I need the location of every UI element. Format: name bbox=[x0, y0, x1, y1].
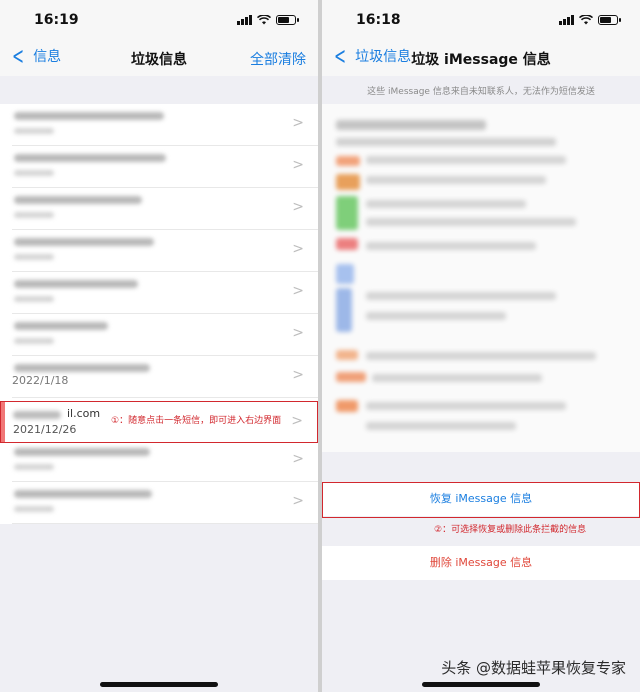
status-bar: 16:19 bbox=[0, 0, 318, 40]
list-item[interactable]: > bbox=[12, 188, 318, 230]
status-time: 16:19 bbox=[34, 12, 79, 28]
unknown-sender-notice: 这些 iMessage 信息来自未知联系人，无法作为短信发送 bbox=[367, 87, 595, 97]
message-date: 2022/1/18 bbox=[12, 374, 69, 387]
wifi-icon bbox=[579, 15, 593, 25]
list-item[interactable]: 2022/1/18 > bbox=[12, 356, 318, 398]
list-item[interactable]: > bbox=[12, 314, 318, 356]
left-phone-screen: 16:19 < 信息 垃圾信息 全部清除 > > > > > > 2022/1/… bbox=[0, 0, 318, 692]
chevron-right-icon: > bbox=[292, 241, 304, 257]
junk-message-list: > > > > > > 2022/1/18 > > > bbox=[0, 104, 318, 524]
chevron-right-icon: > bbox=[292, 157, 304, 173]
page-title: 垃圾 iMessage 信息 bbox=[411, 52, 551, 68]
annotation-step-2: ②：可选择恢复或删除此条拦截的信息 bbox=[434, 525, 587, 535]
watermark-text: 头条 @数据蛙苹果恢复专家 bbox=[441, 659, 626, 677]
chevron-right-icon: > bbox=[292, 367, 304, 383]
highlight-marker bbox=[1, 402, 5, 442]
highlight-box bbox=[322, 482, 640, 518]
home-indicator bbox=[422, 682, 540, 687]
list-item[interactable]: > bbox=[12, 440, 318, 482]
list-item[interactable]: > bbox=[12, 272, 318, 314]
list-item[interactable]: > bbox=[12, 104, 318, 146]
status-time: 16:18 bbox=[356, 12, 401, 28]
chevron-right-icon: > bbox=[292, 493, 304, 509]
cellular-signal-icon bbox=[559, 15, 574, 25]
status-icons bbox=[237, 15, 299, 25]
chevron-right-icon: > bbox=[292, 325, 304, 341]
right-phone-screen: 16:18 < 垃圾信息 垃圾 iMessage 信息 这些 iMessage … bbox=[322, 0, 640, 692]
chevron-right-icon: > bbox=[292, 451, 304, 467]
clear-all-button[interactable]: 全部清除 bbox=[250, 49, 306, 69]
blurred-message-content bbox=[322, 104, 640, 452]
email-suffix: il.com bbox=[67, 407, 101, 420]
home-indicator bbox=[100, 682, 218, 687]
chevron-right-icon: > bbox=[291, 413, 303, 429]
status-icons bbox=[559, 15, 621, 25]
battery-icon bbox=[276, 15, 299, 25]
cellular-signal-icon bbox=[237, 15, 252, 25]
annotation-step-1: ①：随意点击一条短信，即可进入右边界面 bbox=[111, 416, 282, 426]
chevron-right-icon: > bbox=[292, 199, 304, 215]
delete-imessage-button[interactable]: 删除 iMessage 信息 bbox=[322, 546, 640, 580]
nav-bar: < 垃圾信息 垃圾 iMessage 信息 bbox=[322, 40, 640, 76]
highlighted-message-row[interactable]: il.com 2021/12/26 ①：随意点击一条短信，即可进入右边界面 > bbox=[0, 401, 318, 443]
list-item[interactable]: > bbox=[12, 146, 318, 188]
wifi-icon bbox=[257, 15, 271, 25]
status-bar: 16:18 bbox=[322, 0, 640, 40]
nav-bar: < 信息 垃圾信息 全部清除 bbox=[0, 40, 318, 76]
chevron-right-icon: > bbox=[292, 115, 304, 131]
message-date: 2021/12/26 bbox=[13, 423, 77, 436]
blurred-email bbox=[13, 411, 61, 419]
list-item[interactable]: > bbox=[12, 482, 318, 524]
list-item[interactable]: > bbox=[12, 230, 318, 272]
battery-icon bbox=[598, 15, 621, 25]
chevron-right-icon: > bbox=[292, 283, 304, 299]
